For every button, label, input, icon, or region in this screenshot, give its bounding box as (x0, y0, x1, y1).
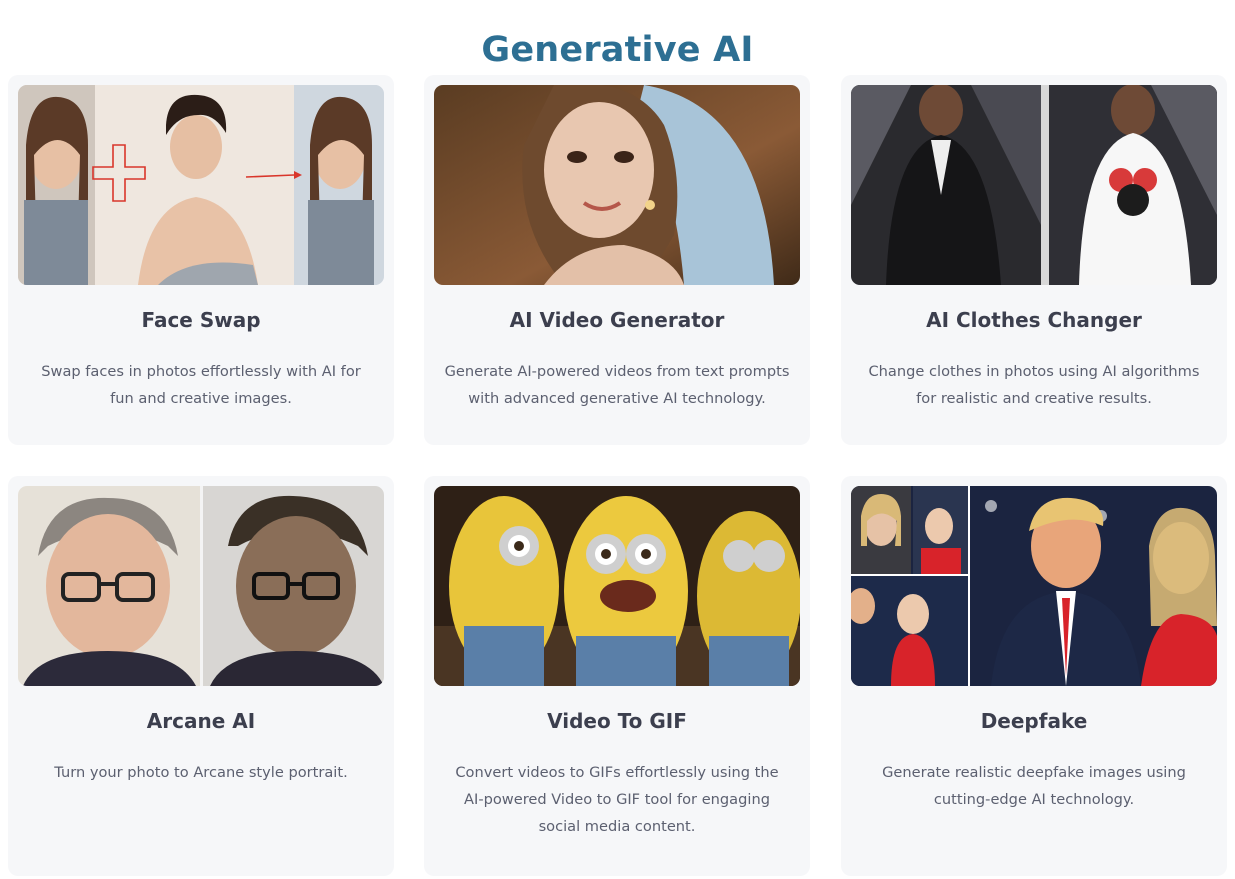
card-title: Arcane AI (146, 709, 256, 733)
card-deepfake[interactable]: Deepfake Generate realistic deepfake ima… (841, 476, 1227, 876)
card-title: Face Swap (141, 308, 261, 332)
card-title: AI Video Generator (509, 308, 725, 332)
face-swap-image (18, 85, 384, 285)
card-title: Deepfake (980, 709, 1088, 733)
card-description: Change clothes in photos using AI algori… (868, 363, 1200, 407)
ai-video-image (434, 85, 800, 285)
card-ai-clothes-changer[interactable]: AI Clothes Changer Change clothes in pho… (841, 75, 1227, 445)
card-video-to-gif[interactable]: Video To GIF Convert videos to GIFs effo… (424, 476, 810, 876)
page-title: Generative AI (481, 30, 754, 71)
card-ai-video-generator[interactable]: AI Video Generator Generate AI-powered v… (424, 75, 810, 445)
card-description: Generate realistic deepfake images using… (882, 764, 1186, 808)
deepfake-image (851, 486, 1217, 686)
card-description: Generate AI-powered videos from text pro… (444, 363, 790, 407)
card-arcane-ai[interactable]: Arcane AI Turn your photo to Arcane styl… (8, 476, 394, 876)
card-description: Turn your photo to Arcane style portrait… (54, 764, 348, 781)
clothes-changer-image (851, 85, 1217, 285)
card-title: Video To GIF (547, 709, 687, 733)
arcane-image (18, 486, 384, 686)
video-to-gif-image (434, 486, 800, 686)
card-title: AI Clothes Changer (926, 308, 1142, 332)
card-description: Convert videos to GIFs effortlessly usin… (455, 764, 779, 835)
card-description: Swap faces in photos effortlessly with A… (41, 363, 361, 407)
card-face-swap[interactable]: Face Swap Swap faces in photos effortles… (8, 75, 394, 445)
